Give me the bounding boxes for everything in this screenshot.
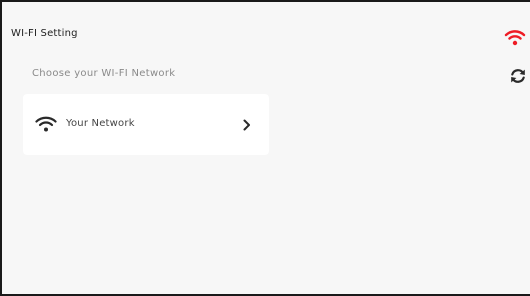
network-name: Your Network — [66, 118, 135, 129]
network-item[interactable]: Your Network — [23, 94, 269, 155]
wifi-icon — [35, 114, 57, 134]
wifi-settings-panel: WI-FI Setting Choose your WI-FI Network … — [0, 0, 530, 296]
refresh-icon — [511, 69, 525, 83]
wifi-status-icon — [504, 26, 526, 48]
network-list-subtitle: Choose your WI-FI Network — [32, 68, 176, 79]
refresh-button[interactable] — [507, 65, 529, 87]
page-title: WI-FI Setting — [11, 28, 78, 39]
chevron-right-icon — [242, 117, 252, 131]
